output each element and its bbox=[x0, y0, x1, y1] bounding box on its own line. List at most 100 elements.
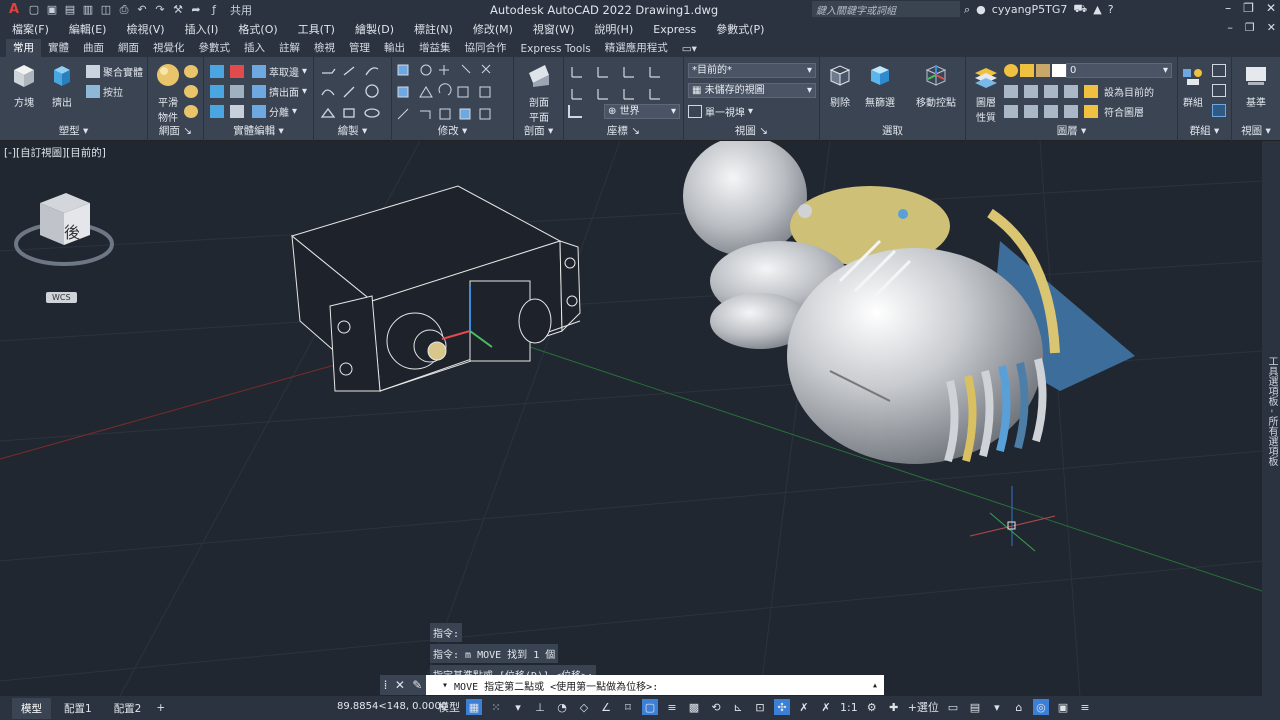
layer-isolate-icon[interactable] bbox=[1024, 84, 1038, 98]
separate-button[interactable]: 分離 ▾ bbox=[252, 103, 297, 119]
search-input[interactable]: 鍵入關鍵字或詞組 bbox=[812, 1, 960, 17]
isolate-objects-icon[interactable]: ⌂ bbox=[1011, 699, 1027, 715]
slice-icon[interactable] bbox=[210, 105, 224, 118]
ribbon-tab-8[interactable]: 檢視 bbox=[307, 39, 342, 57]
snap-dropdown-icon[interactable]: ▾ bbox=[510, 699, 526, 715]
panel-label-selection[interactable]: 選取 bbox=[820, 123, 965, 138]
annotation-visibility-icon[interactable]: ✗ bbox=[796, 699, 812, 715]
servo-model[interactable] bbox=[290, 185, 581, 393]
panel-label-groups[interactable]: 群組 ▾ bbox=[1178, 123, 1231, 138]
open-icon[interactable]: ▣ bbox=[44, 3, 60, 17]
minimize-icon[interactable]: – bbox=[1225, 1, 1231, 15]
draw-tools-icon[interactable] bbox=[318, 63, 388, 123]
annotation-scale-button[interactable]: 1:1 bbox=[840, 701, 858, 714]
coordinates-readout[interactable]: 89.8854<148, 0.0000 bbox=[337, 701, 447, 712]
selection-cycling-icon[interactable]: ⟲ bbox=[708, 699, 724, 715]
ungroup-icon[interactable] bbox=[1212, 64, 1226, 77]
user-icon[interactable]: ● bbox=[976, 3, 986, 16]
annotation-autoscale-icon[interactable]: ✗ bbox=[818, 699, 834, 715]
layout-tab-2[interactable]: 配置2 bbox=[105, 698, 151, 719]
panel-label-modeling[interactable]: 塑型 ▾ bbox=[0, 123, 147, 138]
bulb-icon[interactable] bbox=[1004, 64, 1018, 77]
mesh-sphere2-icon[interactable] bbox=[184, 85, 198, 98]
color-swatch-icon[interactable] bbox=[1052, 64, 1066, 77]
model-space-button[interactable]: 模型 bbox=[438, 699, 460, 715]
layer-freeze-icon[interactable] bbox=[1044, 84, 1058, 98]
web-icon[interactable]: ◫ bbox=[98, 3, 114, 17]
panel-label-draw[interactable]: 繪製 ▾ bbox=[314, 123, 391, 138]
ucs-dropdown[interactable]: ⊕ 世界 ▾ bbox=[604, 104, 680, 119]
share-arrow-icon[interactable]: ➦ bbox=[188, 3, 204, 17]
panel-label-view2[interactable]: 視圖 ▾ bbox=[1232, 123, 1280, 138]
menu-item-12[interactable]: 參數式(P) bbox=[716, 21, 764, 37]
redo-icon[interactable]: ↷ bbox=[152, 3, 168, 17]
section-plane-button[interactable]: 剖面 平面 bbox=[519, 61, 559, 124]
polar-icon[interactable]: ◔ bbox=[554, 699, 570, 715]
recent-commands-icon[interactable]: ▾ bbox=[442, 680, 448, 691]
menu-item-8[interactable]: 修改(M) bbox=[473, 21, 513, 37]
layer-off-icon[interactable] bbox=[1004, 84, 1018, 98]
ribbon-tab-10[interactable]: 輸出 bbox=[377, 39, 412, 57]
ribbon-tab-3[interactable]: 網面 bbox=[111, 39, 146, 57]
panel-label-coordinates[interactable]: 座標 ↘ bbox=[564, 123, 683, 138]
union-icon[interactable] bbox=[210, 65, 224, 78]
box-button[interactable]: 方塊 bbox=[4, 61, 44, 109]
menu-item-2[interactable]: 檢視(V) bbox=[126, 21, 164, 37]
view-cube-face[interactable]: 後 bbox=[64, 219, 80, 243]
cart-icon[interactable]: ⛟ bbox=[1073, 2, 1087, 17]
grip-icon[interactable]: ⁞ bbox=[384, 678, 388, 692]
ucs-tools-icon[interactable] bbox=[568, 63, 678, 103]
match-layer-button[interactable]: 符合圖層 bbox=[1104, 104, 1144, 119]
make-current-button[interactable]: 設為目前的 bbox=[1104, 84, 1154, 99]
command-input[interactable]: ▾ MOVE 指定第二點或 <使用第一點做為位移>: ▴ bbox=[426, 675, 884, 695]
restore-icon[interactable]: ❐ bbox=[1243, 1, 1254, 15]
drawing-viewport[interactable]: [-][自訂視圖][目前的] 後 WCS bbox=[0, 141, 1262, 696]
layer-unisolate-icon[interactable] bbox=[1024, 104, 1038, 118]
lock-icon[interactable] bbox=[1036, 64, 1050, 77]
extract-edges-button[interactable]: 萃取邊 ▾ bbox=[252, 63, 307, 79]
menu-item-3[interactable]: 插入(I) bbox=[185, 21, 219, 37]
intersect-icon[interactable] bbox=[210, 85, 224, 98]
workspace-gear-icon[interactable]: ⚙ bbox=[864, 699, 880, 715]
layer-thaw-icon[interactable] bbox=[1044, 104, 1058, 118]
menu-item-6[interactable]: 繪製(D) bbox=[355, 21, 394, 37]
annotation-monitor-icon[interactable]: ✚ bbox=[886, 699, 902, 715]
help-icon[interactable]: ? bbox=[1108, 3, 1114, 16]
viewport-label[interactable]: [-][自訂視圖][目前的] bbox=[4, 145, 106, 160]
add-layout-icon[interactable]: + bbox=[156, 702, 165, 714]
command-history-toggle-icon[interactable]: ▴ bbox=[872, 680, 878, 691]
lock-ui-icon[interactable]: ▾ bbox=[989, 699, 1005, 715]
robot-model[interactable] bbox=[683, 141, 1135, 464]
layer-properties-button[interactable]: 圖層 性質 bbox=[966, 61, 1006, 124]
no-filter-button[interactable]: 無篩選 bbox=[860, 61, 900, 109]
menu-item-0[interactable]: 檔案(F) bbox=[12, 21, 49, 37]
customize-icon[interactable]: ✎ bbox=[412, 678, 422, 692]
subtract-icon[interactable] bbox=[230, 65, 244, 78]
ribbon-tab-0[interactable]: 常用 bbox=[6, 39, 41, 57]
viewport-config-button[interactable]: 單一視埠 ▾ bbox=[688, 103, 753, 119]
polysolid-button[interactable]: 聚合實體 bbox=[86, 63, 143, 79]
user-name[interactable]: cyyangP5TG7 bbox=[992, 3, 1068, 16]
layer-lock-icon[interactable] bbox=[1064, 84, 1078, 98]
menu-item-4[interactable]: 格式(O) bbox=[238, 21, 277, 37]
ucs-icon[interactable] bbox=[568, 104, 582, 118]
panel-label-solid-editing[interactable]: 實體編輯 ▾ bbox=[204, 123, 313, 138]
doc-restore-icon[interactable]: ❐ bbox=[1245, 21, 1255, 34]
ribbon-tab-14[interactable]: 精選應用程式 bbox=[598, 39, 675, 57]
wcs-menu[interactable]: WCS bbox=[46, 292, 77, 303]
named-view-dropdown[interactable]: ▦ 未儲存的視圖 ▾ bbox=[688, 83, 816, 98]
undo-icon[interactable]: ↶ bbox=[134, 3, 150, 17]
tool-palettes-strip[interactable]: 工具選項板 - 所有選項板 bbox=[1262, 141, 1280, 696]
panel-label-modify[interactable]: 修改 ▾ bbox=[392, 123, 513, 138]
save-icon[interactable]: ▤ bbox=[62, 3, 78, 17]
doc-close-icon[interactable]: ✕ bbox=[1267, 21, 1276, 34]
layout-tab-0[interactable]: 模型 bbox=[12, 697, 51, 719]
hardware-acceleration-icon[interactable]: ◎ bbox=[1032, 699, 1049, 715]
layer-unlock-icon[interactable] bbox=[1064, 104, 1078, 118]
quick-select-button[interactable]: +選位 bbox=[908, 699, 939, 715]
menu-item-10[interactable]: 說明(H) bbox=[594, 21, 633, 37]
ribbon-tab-13[interactable]: Express Tools bbox=[514, 42, 598, 57]
ribbon-tab-1[interactable]: 實體 bbox=[41, 39, 76, 57]
units-icon[interactable]: ▭ bbox=[945, 699, 961, 715]
ribbon-tab-2[interactable]: 曲面 bbox=[76, 39, 111, 57]
